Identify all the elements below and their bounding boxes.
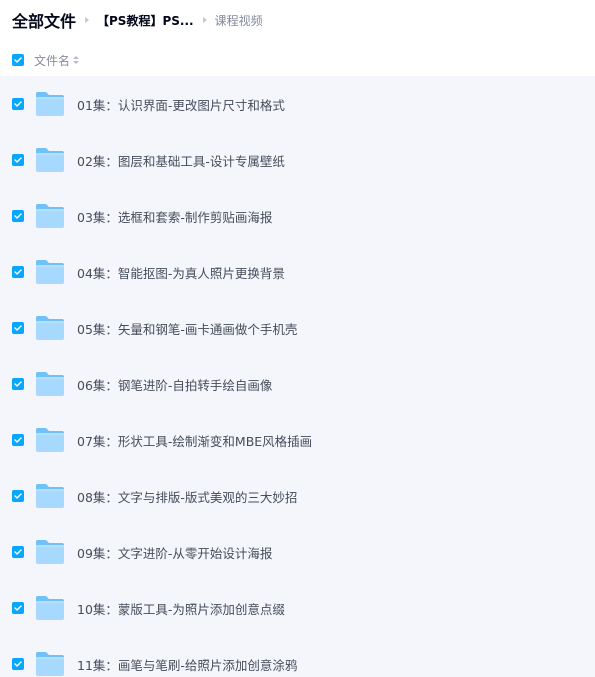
- checkmark-icon: [14, 661, 22, 667]
- column-header-filename[interactable]: 文件名: [34, 52, 70, 69]
- sort-descending-icon: [73, 61, 80, 64]
- checkmark-icon: [14, 269, 22, 275]
- folder-icon: [36, 204, 64, 228]
- breadcrumb-separator-icon: [202, 17, 207, 23]
- breadcrumb-separator-icon: [85, 17, 90, 23]
- row-checkbox[interactable]: [12, 490, 24, 502]
- breadcrumb: 全部文件 【PS教程】PS... 课程视频: [12, 6, 263, 34]
- breadcrumb-current: 课程视频: [214, 13, 263, 28]
- file-row[interactable]: 06集：钢笔进阶-自拍转手绘自画像: [0, 356, 595, 412]
- file-list: 01集：认识界面-更改图片尺寸和格式 02集：图层和基础工具-设计专属壁纸 03集：…: [0, 76, 595, 677]
- file-row[interactable]: 07集：形状工具-绘制渐变和MBE风格插画: [0, 412, 595, 468]
- folder-icon: [36, 540, 64, 564]
- file-name[interactable]: 10集：蒙版工具-为照片添加创意点缀: [77, 599, 285, 618]
- row-checkbox[interactable]: [12, 602, 24, 614]
- row-checkbox[interactable]: [12, 210, 24, 222]
- file-row[interactable]: 05集：矢量和钢笔-画卡通画做个手机壳: [0, 300, 595, 356]
- file-row[interactable]: 04集：智能抠图-为真人照片更换背景: [0, 244, 595, 300]
- checkmark-icon: [14, 381, 22, 387]
- file-row[interactable]: 08集：文字与排版-版式美观的三大妙招: [0, 468, 595, 524]
- folder-icon: [36, 428, 64, 452]
- folder-icon: [36, 260, 64, 284]
- checkmark-icon: [14, 213, 22, 219]
- row-checkbox[interactable]: [12, 154, 24, 166]
- select-all-checkbox[interactable]: [12, 54, 24, 66]
- file-name[interactable]: 06集：钢笔进阶-自拍转手绘自画像: [77, 375, 272, 394]
- list-header: 文件名: [12, 49, 80, 71]
- folder-icon: [36, 92, 64, 116]
- file-browser: 全部文件 【PS教程】PS... 课程视频 文件名 01集：认识界面-更改图片尺…: [0, 0, 595, 677]
- file-name[interactable]: 02集：图层和基础工具-设计专属壁纸: [77, 151, 285, 170]
- file-row[interactable]: 09集：文字进阶-从零开始设计海报: [0, 524, 595, 580]
- file-name[interactable]: 05集：矢量和钢笔-画卡通画做个手机壳: [77, 319, 297, 338]
- file-name[interactable]: 01集：认识界面-更改图片尺寸和格式: [77, 95, 285, 114]
- folder-icon: [36, 484, 64, 508]
- checkmark-icon: [14, 157, 22, 163]
- checkmark-icon: [14, 605, 22, 611]
- checkmark-icon: [14, 57, 22, 63]
- sort-icon[interactable]: [73, 56, 80, 64]
- row-checkbox[interactable]: [12, 658, 24, 670]
- file-row[interactable]: 11集：画笔与笔刷-给照片添加创意涂鸦: [0, 636, 595, 677]
- checkmark-icon: [14, 101, 22, 107]
- folder-icon: [36, 372, 64, 396]
- folder-icon: [36, 148, 64, 172]
- breadcrumb-root[interactable]: 全部文件: [12, 8, 76, 32]
- sort-ascending-icon: [73, 56, 80, 59]
- folder-icon: [36, 316, 64, 340]
- file-name[interactable]: 11集：画笔与笔刷-给照片添加创意涂鸦: [77, 655, 297, 674]
- row-checkbox[interactable]: [12, 98, 24, 110]
- row-checkbox[interactable]: [12, 266, 24, 278]
- file-name[interactable]: 04集：智能抠图-为真人照片更换背景: [77, 263, 285, 282]
- file-row[interactable]: 02集：图层和基础工具-设计专属壁纸: [0, 132, 595, 188]
- file-name[interactable]: 08集：文字与排版-版式美观的三大妙招: [77, 487, 297, 506]
- file-name[interactable]: 07集：形状工具-绘制渐变和MBE风格插画: [77, 431, 312, 450]
- file-name[interactable]: 09集：文字进阶-从零开始设计海报: [77, 543, 272, 562]
- breadcrumb-parent[interactable]: 【PS教程】PS...: [97, 12, 194, 29]
- checkmark-icon: [14, 493, 22, 499]
- file-name[interactable]: 03集：选框和套索-制作剪贴画海报: [77, 207, 272, 226]
- file-row[interactable]: 01集：认识界面-更改图片尺寸和格式: [0, 76, 595, 132]
- folder-icon: [36, 596, 64, 620]
- row-checkbox[interactable]: [12, 546, 24, 558]
- checkmark-icon: [14, 549, 22, 555]
- folder-icon: [36, 652, 64, 676]
- checkmark-icon: [14, 437, 22, 443]
- row-checkbox[interactable]: [12, 378, 24, 390]
- checkmark-icon: [14, 325, 22, 331]
- row-checkbox[interactable]: [12, 322, 24, 334]
- file-row[interactable]: 03集：选框和套索-制作剪贴画海报: [0, 188, 595, 244]
- file-row[interactable]: 10集：蒙版工具-为照片添加创意点缀: [0, 580, 595, 636]
- row-checkbox[interactable]: [12, 434, 24, 446]
